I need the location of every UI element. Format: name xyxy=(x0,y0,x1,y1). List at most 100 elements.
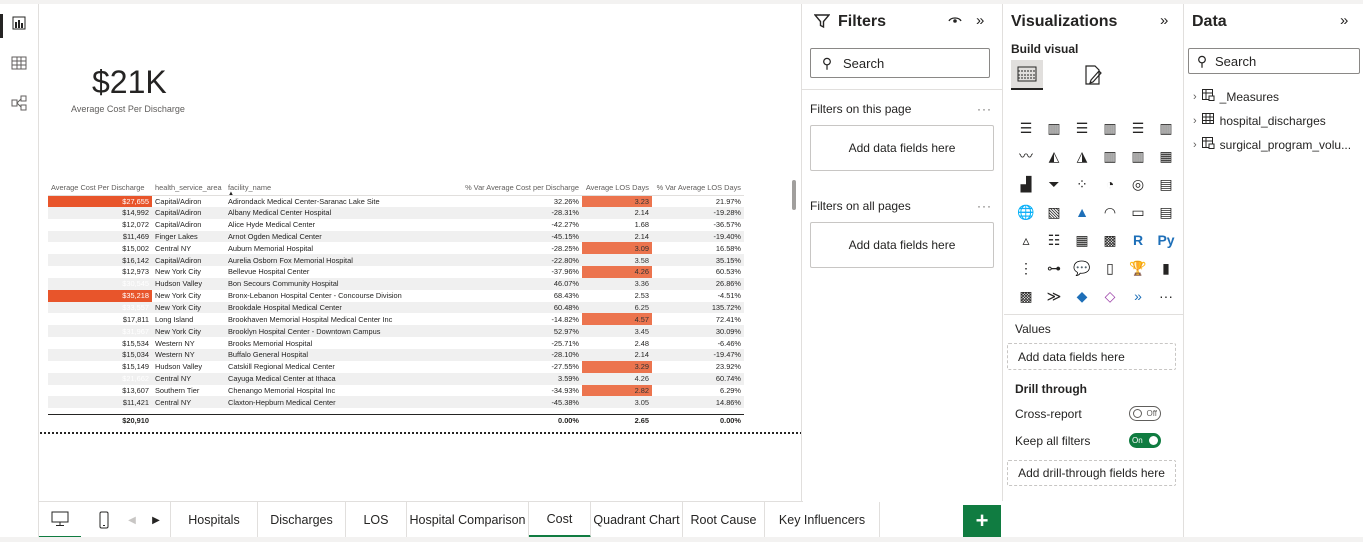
eye-icon[interactable] xyxy=(948,14,962,29)
100-bar-icon[interactable]: ☰ xyxy=(1124,114,1152,142)
cost-table[interactable]: Average Cost Per Discharge health_servic… xyxy=(48,181,744,427)
page-tab-hospital-comparison[interactable]: Hospital Comparison xyxy=(407,502,529,538)
page-tab-hospitals[interactable]: Hospitals xyxy=(170,502,258,538)
clustered-bar-icon[interactable]: ☰ xyxy=(1068,114,1096,142)
filled-map-icon[interactable]: ▧ xyxy=(1040,198,1068,226)
more-options-icon[interactable]: ··· xyxy=(977,199,992,213)
table-row[interactable]: $14,992 Capital/Adiron Albany Medical Cent… xyxy=(48,206,744,219)
line-clustered-column-icon[interactable]: ▥ xyxy=(1124,142,1152,170)
table-row[interactable]: $16,142 Capital/Adiron Aurelia Osborn Fox … xyxy=(48,254,744,267)
table-row[interactable]: $15,149 Hudson Valley Catskill Regional Me… xyxy=(48,360,744,373)
multirow-card-icon[interactable]: ▤ xyxy=(1152,198,1180,226)
slicer-icon[interactable]: ☷ xyxy=(1040,226,1068,254)
power-apps-icon[interactable]: ▩ xyxy=(1012,282,1040,310)
collapse-visualizations-icon[interactable]: » xyxy=(1160,12,1168,29)
collapse-filters-icon[interactable]: » xyxy=(976,12,984,29)
donut-icon[interactable]: ◎ xyxy=(1124,170,1152,198)
column-header[interactable]: % Var Average LOS Days xyxy=(652,181,744,196)
page-tab-quadrant-chart[interactable]: Quadrant Chart xyxy=(591,502,683,538)
metrics-icon[interactable]: 🏆 xyxy=(1124,254,1152,282)
more-visuals-icon[interactable]: ··· xyxy=(1152,282,1180,310)
column-header[interactable]: Average Cost Per Discharge xyxy=(48,181,152,196)
desktop-layout-icon[interactable] xyxy=(39,502,81,538)
funnel-icon[interactable]: ⏷ xyxy=(1040,170,1068,198)
line-column-icon[interactable]: ▥ xyxy=(1096,142,1124,170)
page-tab-discharges[interactable]: Discharges xyxy=(258,502,346,538)
key-influencers-icon[interactable]: ⋮ xyxy=(1012,254,1040,282)
stacked-bar-icon[interactable]: ☰ xyxy=(1012,114,1040,142)
azure-map-icon[interactable]: ▲ xyxy=(1068,198,1096,226)
page-tab-key-influencers[interactable]: Key Influencers xyxy=(765,502,880,538)
decomposition-tree-icon[interactable]: ⊶ xyxy=(1040,254,1068,282)
pie-icon[interactable]: ◔ xyxy=(1096,170,1124,198)
table-row[interactable]: $15,034 Western NY Buffalo General Hospita… xyxy=(48,348,744,361)
map-icon[interactable]: 🌐 xyxy=(1012,198,1040,226)
page-tab-root-cause[interactable]: Root Cause xyxy=(683,502,765,538)
table-view-icon[interactable] xyxy=(8,52,30,74)
keep-all-filters-toggle[interactable]: On xyxy=(1129,433,1161,448)
treemap-icon[interactable]: ▤ xyxy=(1152,170,1180,198)
stacked-column-icon[interactable]: ▥ xyxy=(1040,114,1068,142)
table-icon[interactable]: ▦ xyxy=(1068,226,1096,254)
table-row[interactable]: $13,607 Southern Tier Chenango Memorial Ho… xyxy=(48,384,744,397)
table-row[interactable]: $12,072 Capital/Adiron Alice Hyde Medical … xyxy=(48,219,744,231)
table-row[interactable]: $15,534 Western NY Brooks Memorial Hospita… xyxy=(48,337,744,349)
table-scrollbar[interactable] xyxy=(792,180,796,210)
chevron-visual-icon[interactable]: » xyxy=(1124,282,1152,310)
column-header[interactable]: health_service_area xyxy=(152,181,225,196)
report-view-icon[interactable] xyxy=(8,12,30,34)
cross-report-toggle[interactable]: Off xyxy=(1129,406,1161,421)
collapse-data-icon[interactable]: » xyxy=(1340,12,1348,29)
ribbon-chart-icon[interactable]: ▦ xyxy=(1152,142,1180,170)
more-options-icon[interactable]: ··· xyxy=(977,102,992,116)
qa-icon[interactable]: 💬 xyxy=(1068,254,1096,282)
table-row[interactable]: $15,002 Central NY Auburn Memorial Hospita… xyxy=(48,242,744,255)
drill-through-well[interactable]: Add drill-through fields here xyxy=(1007,460,1176,486)
table-row[interactable]: $21,662 Central NY Cayuga Medical Center a… xyxy=(48,372,744,385)
scroll-left-icon[interactable]: ◀ xyxy=(125,502,139,538)
scroll-right-icon[interactable]: ▶ xyxy=(149,502,163,538)
waterfall-icon[interactable]: ▟ xyxy=(1012,170,1040,198)
arcgis-icon[interactable]: ◆ xyxy=(1068,282,1096,310)
matrix-icon[interactable]: ▩ xyxy=(1096,226,1124,254)
card-icon[interactable]: ▭ xyxy=(1124,198,1152,226)
table-measures[interactable]: › _Measures xyxy=(1193,89,1279,104)
stacked-area-icon[interactable]: ◮ xyxy=(1068,142,1096,170)
diamond-icon[interactable]: ◇ xyxy=(1096,282,1124,310)
column-header[interactable]: Average LOS Days xyxy=(582,181,652,196)
filters-on-page-well[interactable]: Add data fields here xyxy=(810,125,994,171)
r-visual-icon[interactable]: R xyxy=(1124,226,1152,254)
table-row[interactable]: $27,655 Capital/Adiron Adirondack Medical … xyxy=(48,195,744,207)
scatter-icon[interactable]: ⁘ xyxy=(1068,170,1096,198)
build-visual-tab[interactable] xyxy=(1011,60,1043,90)
page-tab-cost[interactable]: Cost xyxy=(529,502,591,538)
format-visual-tab[interactable] xyxy=(1078,60,1108,90)
line-chart-icon[interactable]: 〰 xyxy=(1012,142,1040,170)
table-row[interactable]: $30,545 Hudson Valley Bon Secours Communit… xyxy=(48,277,744,290)
kpi-icon[interactable]: ▵ xyxy=(1012,226,1040,254)
table-row[interactable]: $33,557 New York City Brookdale Hospital M… xyxy=(48,301,744,314)
mobile-layout-icon[interactable] xyxy=(89,502,119,538)
column-header[interactable]: facility_name ▲ xyxy=(225,181,455,196)
table-row[interactable]: $17,811 Long Island Brookhaven Memorial Ho… xyxy=(48,313,744,326)
table-row[interactable]: $11,421 Central NY Claxton-Hepburn Medical… xyxy=(48,396,744,409)
add-page-button[interactable]: + xyxy=(963,505,1001,537)
gauge-icon[interactable]: ◠ xyxy=(1096,198,1124,226)
clustered-column-icon[interactable]: ▥ xyxy=(1096,114,1124,142)
table-hospital-discharges[interactable]: › hospital_discharges xyxy=(1193,113,1326,128)
smart-narrative-icon[interactable]: ▯ xyxy=(1096,254,1124,282)
table-row[interactable]: $31,967 New York City Brooklyn Hospital Ce… xyxy=(48,325,744,338)
table-surgical-program-volume[interactable]: › surgical_program_volu... xyxy=(1193,137,1351,152)
power-automate-icon[interactable]: ≫ xyxy=(1040,282,1068,310)
filters-all-pages-well[interactable]: Add data fields here xyxy=(810,222,994,268)
table-row[interactable]: $35,218 New York City Bronx-Lebanon Hospit… xyxy=(48,289,744,302)
values-well[interactable]: Add data fields here xyxy=(1007,343,1176,370)
table-row[interactable]: $11,469 Finger Lakes Arnot Ogden Medical C… xyxy=(48,230,744,243)
column-header[interactable]: % Var Average Cost per Discharge xyxy=(455,181,582,196)
model-view-icon[interactable] xyxy=(8,92,30,114)
filters-search-input[interactable]: ⚲ Search xyxy=(810,48,990,78)
100-column-icon[interactable]: ▥ xyxy=(1152,114,1180,142)
data-search-input[interactable]: ⚲ Search xyxy=(1188,48,1360,74)
paginated-report-icon[interactable]: ▮ xyxy=(1152,254,1180,282)
table-row[interactable]: $12,973 New York City Bellevue Hospital Ce… xyxy=(48,266,744,278)
